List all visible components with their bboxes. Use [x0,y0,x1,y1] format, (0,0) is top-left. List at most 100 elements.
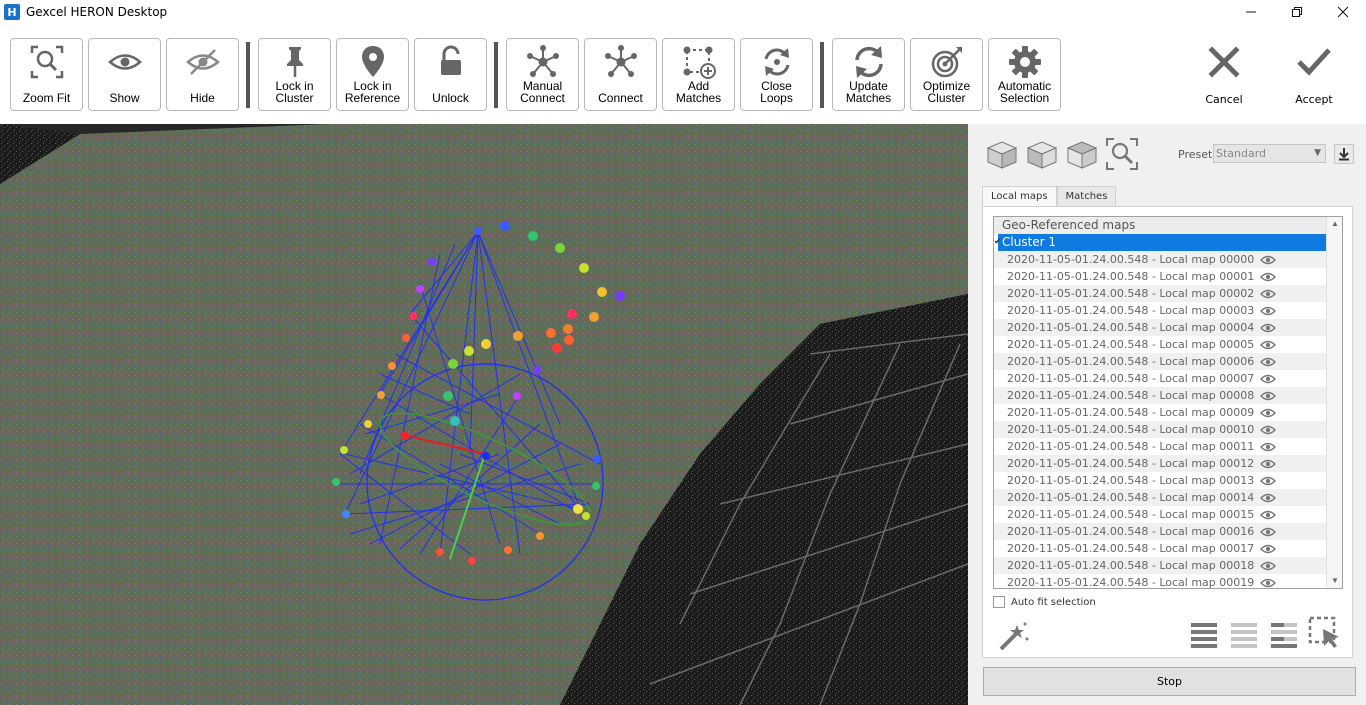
automatic-selection-label: Automatic Selection [997,79,1052,105]
download-preset-button[interactable] [1334,144,1354,164]
list-all-icon[interactable] [1189,619,1219,649]
pin-icon [286,47,303,77]
tree-cluster-item[interactable]: ✔ Cluster 1 [994,234,1326,251]
tab-local-maps[interactable]: Local maps [982,186,1057,207]
local-map-item[interactable]: 2020-11-05-01.24.00.548 - Local map 0001… [994,523,1327,540]
local-map-item[interactable]: 2020-11-05-01.24.00.548 - Local map 0000… [994,336,1327,353]
visibility-eye-icon[interactable] [1260,408,1277,418]
local-map-item[interactable]: 2020-11-05-01.24.00.548 - Local map 0000… [994,268,1327,285]
show-button[interactable]: Show [88,38,161,111]
close-button[interactable] [1320,0,1366,24]
visibility-eye-icon[interactable] [1260,442,1277,452]
visibility-eye-icon[interactable] [1260,255,1277,265]
visibility-eye-icon[interactable] [1260,289,1277,299]
eye-icon [107,54,142,70]
visibility-eye-icon[interactable] [1260,493,1277,503]
close-icon [1337,6,1349,18]
accept-button[interactable]: Accept [1279,38,1349,110]
tree-group-header[interactable]: Geo-Referenced maps [994,217,1342,234]
local-map-label: 2020-11-05-01.24.00.548 - Local map 0000… [1007,338,1255,351]
unlock-button[interactable]: Unlock [414,38,487,111]
zoom-fit-button[interactable]: Zoom Fit [10,38,83,111]
local-map-label: 2020-11-05-01.24.00.548 - Local map 0000… [1007,321,1255,334]
visibility-eye-icon[interactable] [1260,544,1277,554]
local-map-item[interactable]: 2020-11-05-01.24.00.548 - Local map 0000… [994,251,1327,268]
stop-button[interactable]: Stop [983,667,1356,696]
lock-in-cluster-button[interactable]: Lock in Cluster [258,38,331,111]
local-maps-tree[interactable]: Geo-Referenced maps ✔ Cluster 1 2020-11-… [993,216,1343,589]
local-map-item[interactable]: 2020-11-05-01.24.00.548 - Local map 0001… [994,574,1327,588]
scroll-up-icon[interactable]: ▲ [1327,217,1342,231]
lock-in-reference-button[interactable]: Lock in Reference [336,38,409,111]
local-map-item[interactable]: 2020-11-05-01.24.00.548 - Local map 0001… [994,455,1327,472]
view-cube-front-icon[interactable] [984,136,1020,172]
optimize-cluster-label: Optimize Cluster [922,79,971,105]
view-cube-top-icon[interactable] [1024,136,1060,172]
manual-connect-label: Manual Connect [520,79,565,105]
local-map-item[interactable]: 2020-11-05-01.24.00.548 - Local map 0001… [994,489,1327,506]
point-cloud-canvas[interactable] [0,124,968,705]
visibility-eye-icon[interactable] [1260,459,1277,469]
list-none-icon[interactable] [1229,619,1259,649]
update-matches-button[interactable]: Update Matches [832,38,905,111]
visibility-eye-icon[interactable] [1260,323,1277,333]
visibility-eye-icon[interactable] [1260,391,1277,401]
target-icon [931,47,962,78]
preset-select[interactable]: Standard ▼ [1213,144,1326,163]
visibility-eye-icon[interactable] [1260,510,1277,520]
visibility-eye-icon[interactable] [1260,578,1277,588]
box-select-icon[interactable] [1307,615,1341,649]
3d-viewport[interactable] [0,124,968,705]
tree-cluster-label: Cluster 1 [1002,235,1057,249]
visibility-eye-icon[interactable] [1260,374,1277,384]
optimize-cluster-button[interactable]: Optimize Cluster [910,38,983,111]
magic-wand-icon[interactable] [997,619,1031,653]
visibility-eye-icon[interactable] [1260,357,1277,367]
local-map-label: 2020-11-05-01.24.00.548 - Local map 0001… [1007,474,1255,487]
zoom-fit-label: Zoom Fit [22,91,71,105]
visibility-eye-icon[interactable] [1260,561,1277,571]
local-map-item[interactable]: 2020-11-05-01.24.00.548 - Local map 0000… [994,387,1327,404]
add-matches-button[interactable]: Add Matches [662,38,735,111]
local-map-item[interactable]: 2020-11-05-01.24.00.548 - Local map 0001… [994,557,1327,574]
auto-fit-checkbox[interactable] [993,596,1005,608]
add-nodes-icon [683,46,716,79]
local-map-item[interactable]: 2020-11-05-01.24.00.548 - Local map 0000… [994,404,1327,421]
auto-fit-option[interactable]: Auto fit selection [993,596,1096,608]
tree-scrollbar[interactable]: ▲ ▼ [1326,217,1342,588]
visibility-eye-icon[interactable] [1260,476,1277,486]
local-map-item[interactable]: 2020-11-05-01.24.00.548 - Local map 0000… [994,353,1327,370]
expand-chevron-icon[interactable]: ✔ [994,234,1002,251]
scroll-down-icon[interactable]: ▼ [1327,574,1342,588]
local-map-item[interactable]: 2020-11-05-01.24.00.548 - Local map 0000… [994,285,1327,302]
local-map-item[interactable]: 2020-11-05-01.24.00.548 - Local map 0000… [994,370,1327,387]
x-icon [1208,46,1240,78]
automatic-selection-button[interactable]: Automatic Selection [988,38,1061,111]
visibility-eye-icon[interactable] [1260,272,1277,282]
tab-matches[interactable]: Matches [1056,186,1117,206]
visibility-eye-icon[interactable] [1260,306,1277,316]
cancel-button[interactable]: Cancel [1189,38,1259,110]
local-map-item[interactable]: 2020-11-05-01.24.00.548 - Local map 0001… [994,421,1327,438]
manual-connect-button[interactable]: Manual Connect [506,38,579,111]
list-invert-icon[interactable] [1269,619,1299,649]
zoom-extents-icon[interactable] [1104,136,1140,172]
view-cube-side-icon[interactable] [1064,136,1100,172]
local-map-item[interactable]: 2020-11-05-01.24.00.548 - Local map 0001… [994,506,1327,523]
local-map-item[interactable]: 2020-11-05-01.24.00.548 - Local map 0001… [994,472,1327,489]
minimize-button[interactable] [1228,0,1274,24]
visibility-eye-icon[interactable] [1260,425,1277,435]
auto-fit-label: Auto fit selection [1011,596,1096,608]
local-map-item[interactable]: 2020-11-05-01.24.00.548 - Local map 0000… [994,319,1327,336]
visibility-eye-icon[interactable] [1260,340,1277,350]
close-loops-button[interactable]: Close Loops [740,38,813,111]
local-map-item[interactable]: 2020-11-05-01.24.00.548 - Local map 0000… [994,302,1327,319]
local-map-item[interactable]: 2020-11-05-01.24.00.548 - Local map 0001… [994,540,1327,557]
restore-button[interactable] [1274,0,1320,24]
local-map-item[interactable]: 2020-11-05-01.24.00.548 - Local map 0001… [994,438,1327,455]
visibility-eye-icon[interactable] [1260,527,1277,537]
unlock-label: Unlock [432,91,469,105]
connect-button[interactable]: Connect [584,38,657,111]
minimize-icon [1246,11,1256,13]
hide-button[interactable]: Hide [166,38,239,111]
